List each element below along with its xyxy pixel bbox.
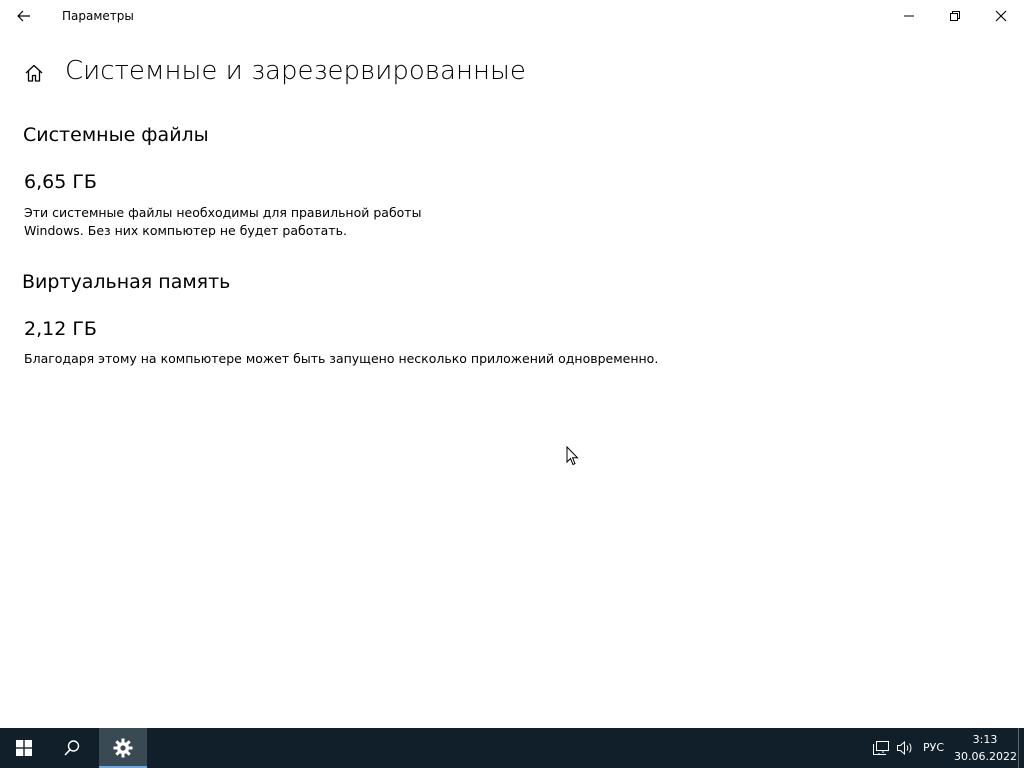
network-icon [873, 741, 889, 755]
system-files-size: 6,65 ГБ [24, 171, 97, 193]
start-button[interactable] [0, 728, 48, 768]
settings-window: Параметры Системные и зарезервированные … [0, 0, 1024, 728]
title-bar[interactable]: Параметры [0, 0, 1024, 32]
language-indicator[interactable]: РУС [923, 741, 944, 754]
speaker-icon [897, 740, 912, 756]
close-icon [995, 10, 1007, 22]
gear-icon [113, 738, 133, 758]
restore-icon [950, 11, 960, 21]
clock[interactable]: 3:13 30.06.2022 [954, 731, 1017, 765]
back-arrow-icon [17, 10, 30, 22]
search-icon [64, 740, 80, 756]
section-heading-virtual-memory: Виртуальная память [22, 271, 231, 293]
virtual-memory-size: 2,12 ГБ [24, 318, 97, 340]
minimize-icon [904, 15, 914, 17]
taskbar-settings-app[interactable] [99, 728, 147, 768]
back-button[interactable] [8, 0, 40, 32]
mouse-cursor-icon [566, 446, 579, 466]
restore-button[interactable] [932, 0, 978, 32]
section-heading-system-files: Системные файлы [23, 124, 209, 146]
show-desktop-button[interactable] [1018, 728, 1024, 768]
home-icon [25, 64, 43, 82]
clock-date: 30.06.2022 [954, 750, 1017, 763]
app-title: Параметры [62, 9, 134, 23]
search-button[interactable] [48, 728, 96, 768]
virtual-memory-description: Благодаря этому на компьютере может быть… [24, 351, 659, 366]
volume-tray[interactable] [895, 738, 915, 758]
page-title: Системные и зарезервированные [65, 56, 526, 86]
system-files-description: Эти системные файлы необходимы для прави… [24, 205, 422, 238]
close-button[interactable] [978, 0, 1024, 32]
clock-time: 3:13 [972, 733, 998, 746]
network-tray[interactable] [871, 738, 891, 758]
home-button[interactable] [20, 59, 48, 87]
minimize-button[interactable] [886, 0, 932, 32]
taskbar: РУС 3:13 30.06.2022 [0, 728, 1024, 768]
windows-logo-icon [16, 740, 32, 756]
